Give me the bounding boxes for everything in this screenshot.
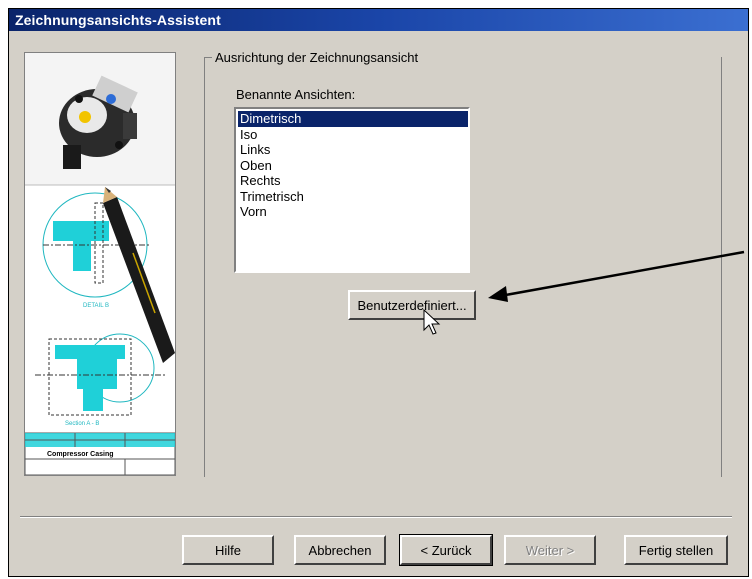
help-button[interactable]: Hilfe <box>182 535 274 565</box>
back-button[interactable]: < Zurück <box>399 534 493 566</box>
cancel-button[interactable]: Abbrechen <box>294 535 386 565</box>
callout-arrow-icon <box>423 250 745 335</box>
next-button[interactable]: Weiter > <box>504 535 596 565</box>
footer-separator <box>20 516 732 518</box>
finish-button[interactable]: Fertig stellen <box>624 535 728 565</box>
